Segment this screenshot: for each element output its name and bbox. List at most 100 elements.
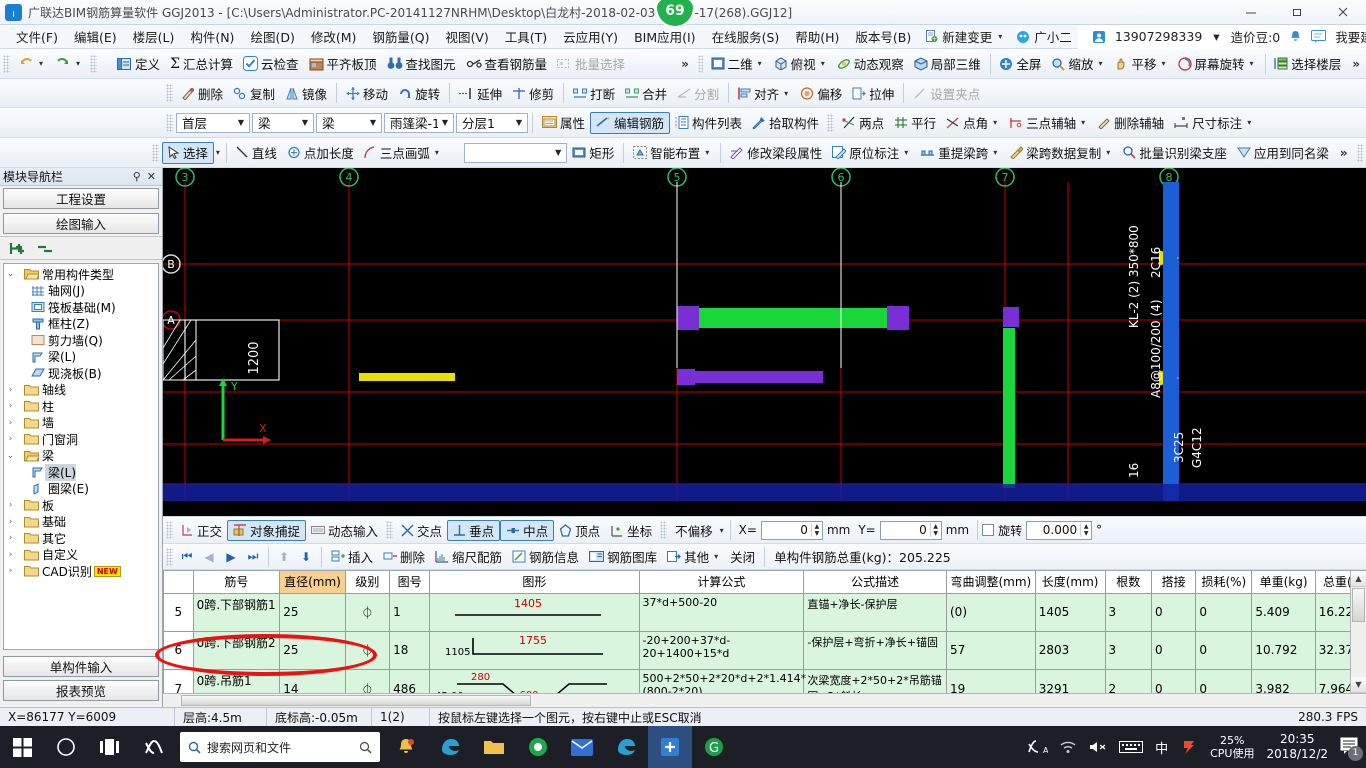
perpendicular-snap-button[interactable]: 垂点 xyxy=(447,519,501,541)
rebar-total-weight[interactable]: 32.375 xyxy=(1314,630,1350,670)
point-angle-button[interactable]: 点角 ▾ xyxy=(941,112,1004,134)
fullscreen-button[interactable]: 全屏 xyxy=(994,53,1046,75)
rebar-desc[interactable]: 次梁宽度+2*50+2*吊筋锚固+2*斜长 xyxy=(803,668,947,693)
copy-button[interactable]: 复制 xyxy=(228,82,280,104)
rebar-fig-no[interactable]: 486 xyxy=(389,668,431,693)
bell-icon[interactable] xyxy=(1289,30,1302,44)
rebar-loss[interactable]: 0 xyxy=(1195,592,1253,632)
pan-button[interactable]: 平移 ▾ xyxy=(1109,53,1172,75)
align-button[interactable]: 对齐 ▾ xyxy=(733,82,795,104)
rebar-length[interactable]: 3291 xyxy=(1034,668,1106,693)
taskbar-clock[interactable]: 20:35 2018/12/2 xyxy=(1266,732,1328,762)
taskbar-mail-icon[interactable] xyxy=(560,726,604,768)
copy-span-data-button[interactable]: 梁跨数据复制 ▾ xyxy=(1004,142,1117,164)
rebar-name[interactable]: 0跨.下部钢筋1 xyxy=(192,592,281,632)
menu-file[interactable]: 文件(F) xyxy=(8,25,66,48)
tree-item-12[interactable]: 梁(L) xyxy=(4,463,158,481)
table-header-1[interactable]: 筋号 xyxy=(192,571,281,594)
component-toolbar-grip[interactable] xyxy=(166,113,173,132)
table-header-10[interactable]: 根数 xyxy=(1104,571,1152,594)
redo-button[interactable]: ▾ xyxy=(50,53,87,75)
zoom-chevron-down-icon[interactable]: ▾ xyxy=(1096,59,1104,68)
rebar-grip[interactable] xyxy=(166,547,173,566)
menu-cloud[interactable]: 云应用(Y) xyxy=(555,25,626,48)
task-view-icon[interactable] xyxy=(88,726,132,768)
three-point-axis-chevron-down-icon[interactable]: ▾ xyxy=(1079,118,1087,127)
object-snap-button[interactable]: 对象捕捉 xyxy=(227,519,307,541)
table-header-14[interactable]: 总重(kg) xyxy=(1314,571,1350,594)
table-header-5[interactable]: 图形 xyxy=(429,571,640,594)
rebar-formula[interactable]: -20+200+37*d-20+1400+15*d xyxy=(638,630,805,670)
assistant-button[interactable]: 广小二 xyxy=(1010,27,1078,46)
menu-floor[interactable]: 楼层(L) xyxy=(125,25,183,48)
table-header-11[interactable]: 搭接 xyxy=(1150,571,1197,594)
table-row[interactable]: 70跨.吊筋114⏀48628045.00600760500+2*50+2*20… xyxy=(163,668,1350,693)
menu-help[interactable]: 帮助(H) xyxy=(787,25,847,48)
tree-toggle-icon[interactable]: › xyxy=(4,550,17,560)
taskbar-edge2-icon[interactable] xyxy=(604,726,648,768)
menu-rebar[interactable]: 钢筋量(Q) xyxy=(364,25,437,48)
tree-item-15[interactable]: › 基础 xyxy=(4,514,158,531)
vertex-snap-button[interactable]: 顶点 xyxy=(554,520,605,541)
rebar-grade[interactable]: ⏀ xyxy=(344,592,391,632)
row-index[interactable]: 5 xyxy=(163,592,194,632)
taskbar-edge-icon[interactable] xyxy=(428,726,472,768)
screen-rotate-chevron-down-icon[interactable]: ▾ xyxy=(1248,59,1256,68)
parallel-button[interactable]: 平行 xyxy=(889,112,941,134)
local-3d-button[interactable]: 局部三维 xyxy=(909,53,986,75)
nav-down-button[interactable]: ⬇ xyxy=(295,550,317,564)
x-input[interactable]: 0 ▲ ▼ xyxy=(760,520,823,540)
tree-item-5[interactable]: 梁(L) xyxy=(4,349,158,366)
rebar-count[interactable]: 2 xyxy=(1104,668,1152,693)
delete-row-button[interactable]: 删除 xyxy=(378,546,430,568)
row-index[interactable]: 6 xyxy=(163,630,194,670)
midpoint-snap-button[interactable]: 中点 xyxy=(500,519,555,541)
tree-toggle-icon[interactable]: › xyxy=(4,418,17,428)
tree-item-2[interactable]: 筏板基础(M) xyxy=(4,299,158,316)
point-angle-chevron-down-icon[interactable]: ▾ xyxy=(991,118,999,127)
three-point-arc-button[interactable]: 三点画弧 ▾ xyxy=(359,142,446,164)
table-header-7[interactable]: 公式描述 xyxy=(803,571,947,594)
maximize-button[interactable] xyxy=(1274,0,1320,25)
tree-item-13[interactable]: 圈梁(E) xyxy=(4,481,158,498)
taskbar-plus-icon[interactable] xyxy=(648,726,692,768)
apply-same-beam-button[interactable]: 应用到同名梁 xyxy=(1232,142,1334,164)
taskbar-folder-icon[interactable] xyxy=(472,726,516,768)
hscroll-thumb[interactable] xyxy=(181,695,531,706)
rebar-desc[interactable]: 直锚+净长-保护层 xyxy=(803,592,947,632)
scroll-down-icon[interactable]: ▼ xyxy=(1351,677,1366,693)
floor-combo[interactable]: 首层 ▼ xyxy=(176,112,250,133)
tree-item-6[interactable]: 现浇板(B) xyxy=(4,365,158,382)
rebar-diameter[interactable]: 25 xyxy=(279,592,346,632)
axis-toolbar-grip[interactable] xyxy=(827,113,835,132)
three-point-arc-chevron-down-icon[interactable]: ▾ xyxy=(433,148,441,157)
tree-toggle-icon[interactable]: ⌄ xyxy=(4,451,17,461)
component-combo[interactable]: 雨篷梁-1 ▼ xyxy=(384,112,454,133)
draw-toolbar-grip-end[interactable] xyxy=(1356,143,1364,162)
align-slab-button[interactable]: 平齐板顶 xyxy=(304,53,382,75)
table-row[interactable]: 6 0跨.下部钢筋2 25 ⏀ 18 1105 1755 -20+200+37*d-20+14… xyxy=(163,630,1350,670)
nav-prev-button[interactable]: ◀ xyxy=(198,550,220,564)
snap-grip-2[interactable] xyxy=(386,521,394,539)
intersection-snap-button[interactable]: 交点 xyxy=(396,520,447,541)
report-preview-button[interactable]: 报表预览 xyxy=(3,680,159,701)
undo-button[interactable]: ▾ xyxy=(13,53,50,75)
scale-rebar-button[interactable]: 缩尺配筋 xyxy=(430,546,507,568)
project-settings-button[interactable]: 工程设置 xyxy=(3,188,159,209)
account-chevron-down-icon[interactable]: ▾ xyxy=(1211,29,1221,44)
toolbar-overflow-1[interactable]: » xyxy=(675,57,695,71)
summary-calc-button[interactable]: Σ 汇总计算 xyxy=(165,53,238,75)
extend-button[interactable]: 延伸 xyxy=(454,82,507,104)
feedback-label[interactable]: 我要建议 xyxy=(1335,27,1366,46)
three-point-axis-button[interactable]: 三点辅轴 ▾ xyxy=(1004,112,1092,134)
rebar-loss[interactable]: 0 xyxy=(1195,668,1253,693)
rebar-unit-weight[interactable]: 3.982 xyxy=(1251,668,1316,693)
tree-item-8[interactable]: › 柱 xyxy=(4,398,158,415)
copy-span-chevron-down-icon[interactable]: ▾ xyxy=(1104,148,1112,157)
table-horizontal-scrollbar[interactable] xyxy=(163,693,1366,707)
tree-toggle-icon[interactable]: › xyxy=(4,500,17,510)
delete-axis-button[interactable]: 删除辅轴 xyxy=(1092,112,1169,134)
mirror-button[interactable]: 镜像 xyxy=(280,82,332,104)
search-input[interactable]: 搜索网页和文件 xyxy=(180,732,380,762)
respan-beam-button[interactable]: 重提梁跨 ▾ xyxy=(915,142,1004,164)
